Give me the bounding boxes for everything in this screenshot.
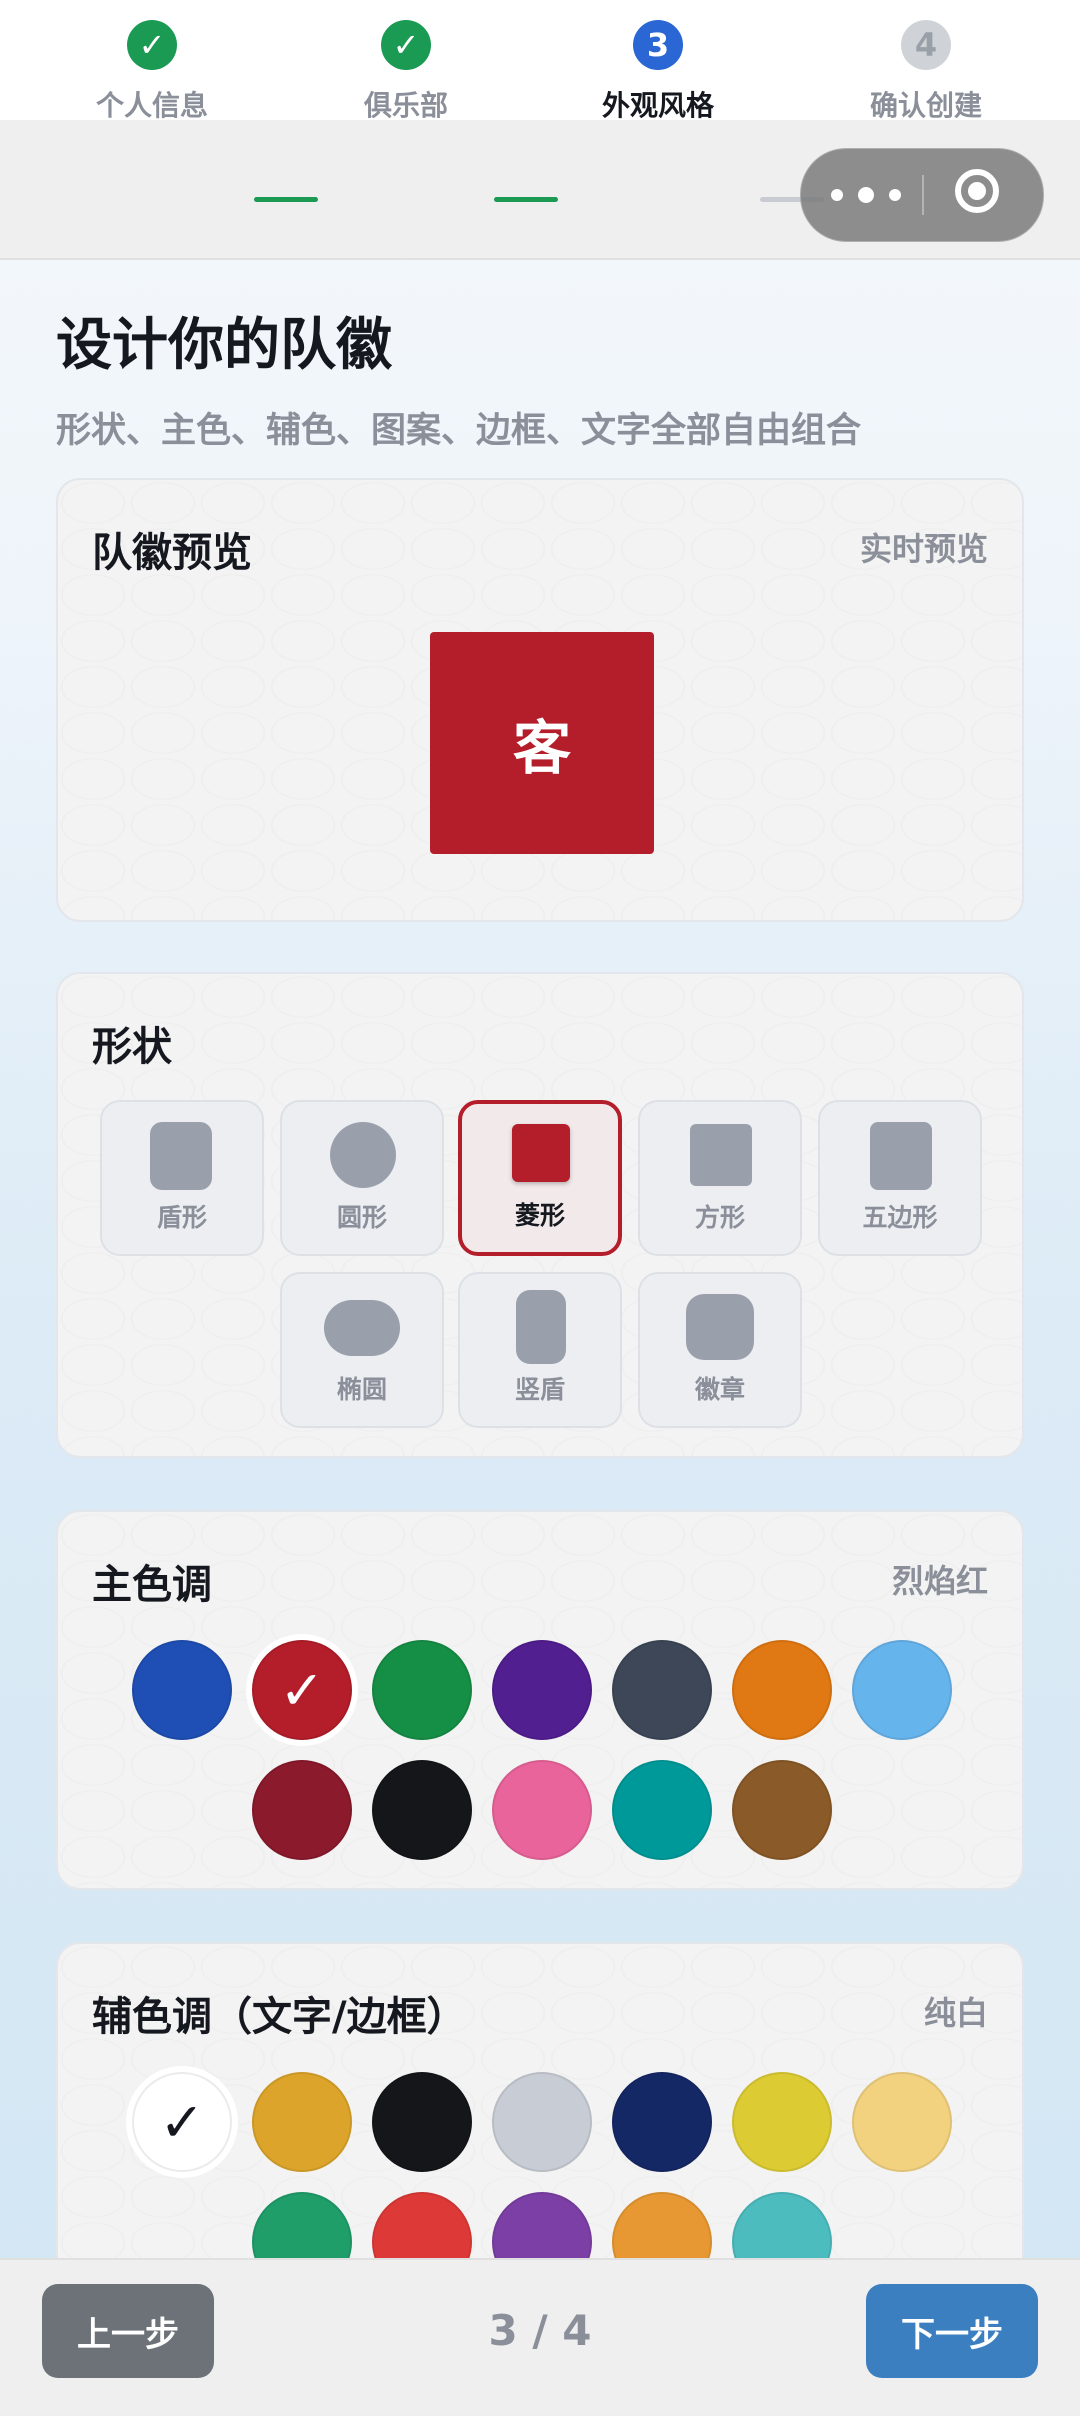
shape-option-pentagon[interactable]: 五边形 — [818, 1100, 982, 1256]
shield-shape-icon — [150, 1122, 212, 1190]
oval-shape-icon — [324, 1300, 400, 1356]
secondary-color-title: 辅色调（文字/边框） — [92, 1994, 467, 2040]
primary-color-swatch[interactable] — [732, 1640, 832, 1740]
shape-option-label: 圆形 — [336, 1203, 387, 1232]
primary-color-swatch[interactable] — [132, 1640, 232, 1740]
secondary-color-swatch[interactable] — [372, 2072, 472, 2172]
step-label: 个人信息 — [95, 89, 208, 122]
shape-option-circle[interactable]: 圆形 — [280, 1100, 444, 1256]
secondary-color-swatch[interactable] — [252, 2072, 352, 2172]
shape-option-label: 盾形 — [156, 1203, 207, 1232]
pentagon-shape-icon — [870, 1122, 932, 1190]
page-title: 设计你的队徽 — [56, 313, 392, 378]
secondary-color-swatch[interactable] — [852, 2072, 952, 2172]
shape-option-emblem[interactable]: 徽章 — [638, 1272, 802, 1428]
step-label: 确认创建 — [869, 89, 982, 122]
shape-option-label: 竖盾 — [514, 1375, 565, 1404]
shape-option-diamond[interactable]: 菱形 — [458, 1100, 622, 1256]
shape-title: 形状 — [92, 1024, 172, 1070]
step-connector — [254, 197, 318, 202]
step-personal-info: ✓ 个人信息 — [52, 20, 252, 124]
step-label: 俱乐部 — [363, 89, 448, 122]
secondary-color-swatch[interactable] — [612, 2072, 712, 2172]
capsule-divider — [922, 175, 924, 215]
shape-option-label: 五边形 — [862, 1203, 938, 1232]
shape-option-oval[interactable]: 椭圆 — [280, 1272, 444, 1428]
primary-color-swatch[interactable] — [372, 1760, 472, 1860]
secondary-color-swatch[interactable] — [492, 2072, 592, 2172]
miniprogram-capsule — [800, 148, 1044, 242]
step-done-check-icon: ✓ — [381, 20, 431, 70]
step-confirm: 4 确认创建 — [826, 20, 1026, 124]
primary-color-title: 主色调 — [92, 1562, 212, 1608]
primary-color-selected-name: 烈焰红 — [891, 1562, 988, 1600]
badge-preview-card: 队徽预览 实时预览 客 — [56, 478, 1024, 922]
secondary-color-swatch[interactable] — [732, 2072, 832, 2172]
primary-color-swatch[interactable] — [372, 1640, 472, 1740]
preview-hint: 实时预览 — [859, 530, 988, 568]
shape-option-shield[interactable]: 盾形 — [100, 1100, 264, 1256]
secondary-color-swatch[interactable]: ✓ — [132, 2072, 232, 2172]
more-menu-icon[interactable] — [831, 173, 901, 217]
step-appearance: 3 外观风格 — [558, 20, 758, 124]
check-icon: ✓ — [279, 1658, 325, 1722]
step-number-badge: 3 — [633, 20, 683, 70]
shape-option-label: 菱形 — [514, 1201, 565, 1230]
step-connector — [494, 197, 558, 202]
diamond-shape-icon — [512, 1124, 570, 1182]
bottom-nav-bar: 上一步 3 / 4 下一步 — [0, 2258, 1080, 2416]
secondary-color-selected-name: 纯白 — [923, 1994, 988, 2032]
preview-title: 队徽预览 — [92, 530, 252, 576]
primary-color-swatch[interactable] — [612, 1640, 712, 1740]
step-club: ✓ 俱乐部 — [306, 20, 506, 124]
circle-shape-icon — [330, 1122, 396, 1188]
primary-color-swatch[interactable] — [492, 1640, 592, 1740]
square-shape-icon — [690, 1124, 752, 1186]
shape-card: 形状 盾形 圆形 菱形 方形 五边形 椭圆 竖盾 徽章 — [56, 972, 1024, 1458]
primary-color-swatch[interactable] — [492, 1760, 592, 1860]
primary-color-swatch[interactable] — [252, 1760, 352, 1860]
page-subtitle: 形状、主色、辅色、图案、边框、文字全部自由组合 — [56, 411, 862, 451]
shape-option-square[interactable]: 方形 — [638, 1100, 802, 1256]
primary-color-card: 主色调 烈焰红 ✓ — [56, 1510, 1024, 1890]
step-number-badge: 4 — [901, 20, 951, 70]
shape-option-label: 椭圆 — [336, 1375, 387, 1404]
step-done-check-icon: ✓ — [127, 20, 177, 70]
close-miniprogram-icon[interactable] — [955, 169, 999, 213]
primary-color-swatch[interactable] — [732, 1760, 832, 1860]
shape-option-label: 徽章 — [694, 1375, 745, 1404]
check-icon: ✓ — [159, 2090, 205, 2154]
primary-color-swatch[interactable]: ✓ — [252, 1640, 352, 1740]
next-step-button[interactable]: 下一步 — [866, 2284, 1038, 2378]
tall-shield-shape-icon — [516, 1290, 566, 1364]
step-label: 外观风格 — [601, 89, 714, 122]
primary-color-swatch[interactable] — [852, 1640, 952, 1740]
shape-option-tall-shield[interactable]: 竖盾 — [458, 1272, 622, 1428]
shape-option-label: 方形 — [694, 1203, 745, 1232]
primary-color-swatch[interactable] — [612, 1760, 712, 1860]
emblem-shape-icon — [686, 1294, 754, 1360]
badge-preview: 客 — [430, 632, 654, 854]
